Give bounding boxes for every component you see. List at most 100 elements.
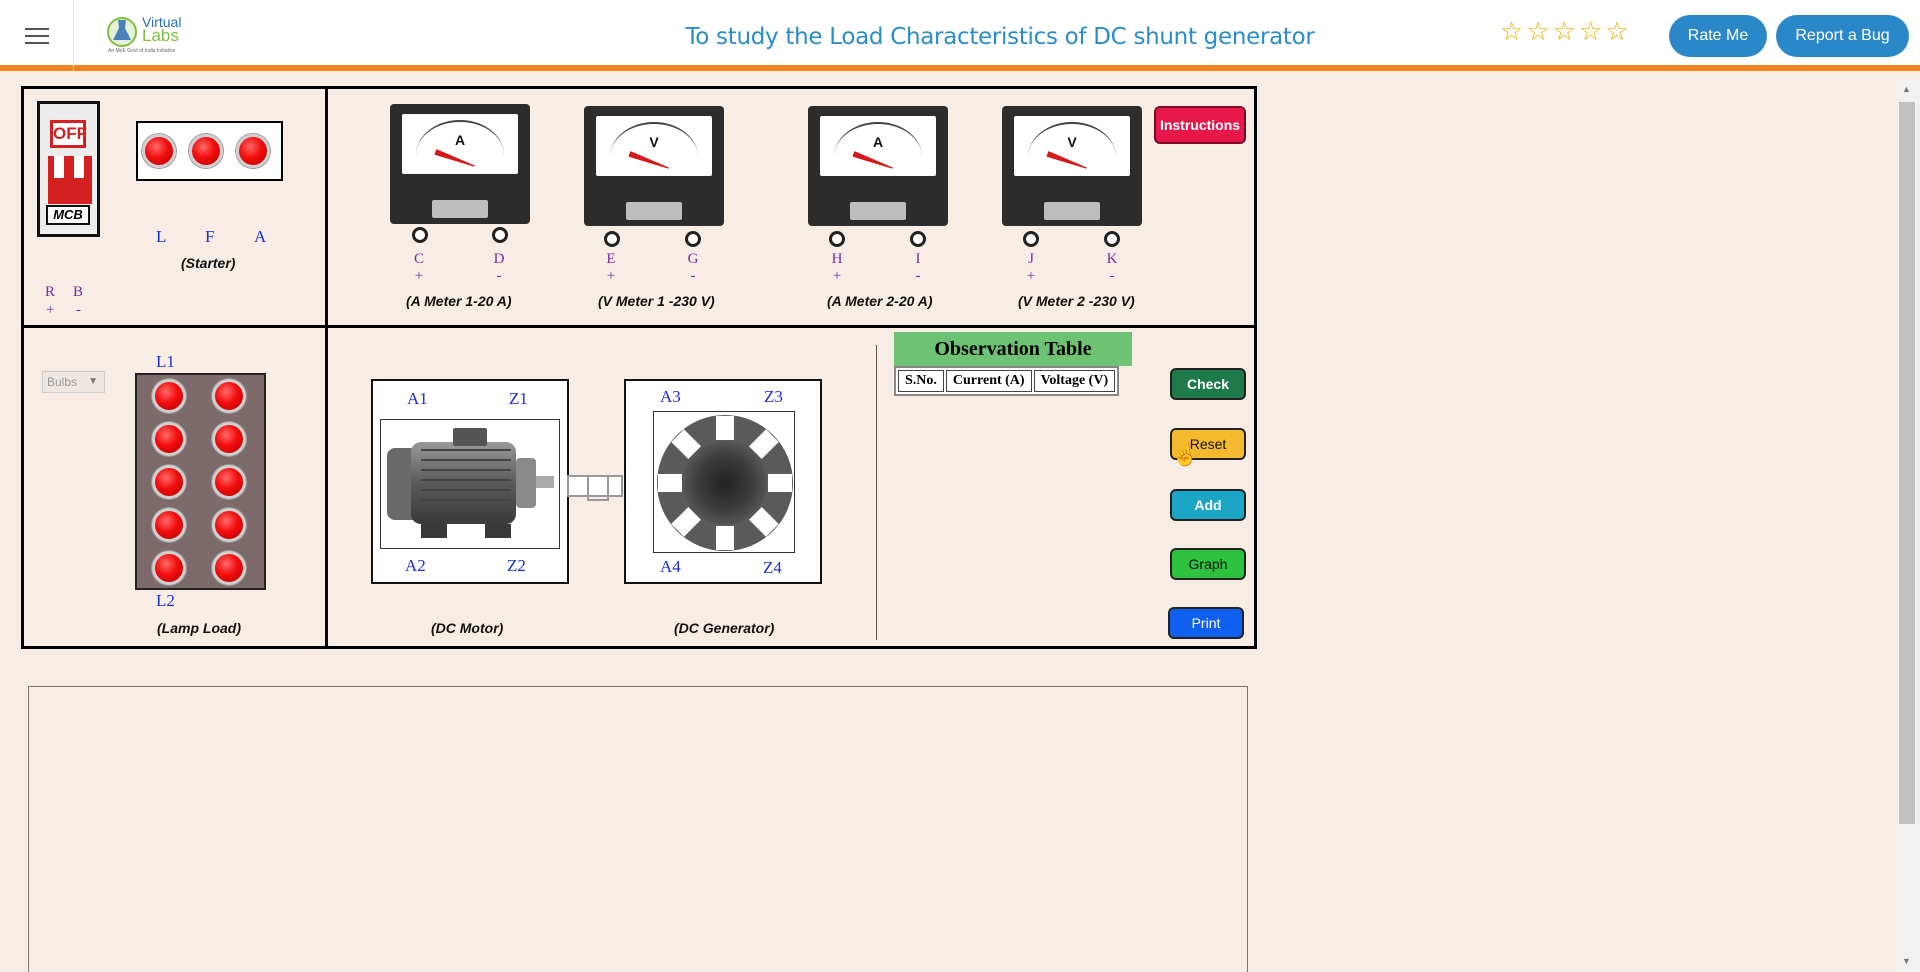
flask-icon xyxy=(107,17,137,47)
check-button[interactable]: Check xyxy=(1170,368,1246,400)
star-icon[interactable]: ☆ xyxy=(1553,18,1576,44)
observation-divider xyxy=(876,345,877,640)
terminal-sign-minus: - xyxy=(915,268,921,284)
voltmeter-2-caption: (V Meter 2 -230 V) xyxy=(1018,293,1135,309)
voltmeter-1-caption: (V Meter 1 -230 V) xyxy=(598,293,715,309)
starter-terminal-a[interactable]: A xyxy=(254,227,266,247)
lamp-bulb xyxy=(212,465,246,499)
lamp-bulb xyxy=(152,508,186,542)
instructions-button[interactable]: Instructions xyxy=(1154,106,1246,144)
terminal-label-e: E xyxy=(606,251,616,267)
motor-terminal-z2[interactable]: Z2 xyxy=(507,556,526,576)
hand-cursor-icon: ☝ xyxy=(1169,440,1200,469)
graph-button[interactable]: Graph xyxy=(1170,548,1246,580)
terminal-sign-minus: - xyxy=(690,268,696,284)
lamp-terminal-l1[interactable]: L1 xyxy=(156,352,175,372)
terminal-c[interactable] xyxy=(412,227,428,243)
ammeter-2: A xyxy=(808,106,948,226)
generator-terminal-a3[interactable]: A3 xyxy=(660,387,681,407)
motor-terminal-a1[interactable]: A1 xyxy=(407,389,428,409)
terminal-sign-plus: + xyxy=(606,268,616,284)
mcb-state-label: OFF xyxy=(50,120,87,148)
column-header-current: Current (A) xyxy=(945,370,1032,392)
terminal-label-j: J xyxy=(1028,251,1034,267)
hamburger-menu-button[interactable] xyxy=(0,0,74,71)
starter-caption: (Starter) xyxy=(181,255,236,271)
dc-motor-caption: (DC Motor) xyxy=(431,620,504,636)
terminal-label-k: K xyxy=(1106,251,1118,267)
ammeter-2-caption: (A Meter 2-20 A) xyxy=(827,293,933,309)
terminal-h[interactable] xyxy=(829,231,845,247)
supply-sign-minus: - xyxy=(76,302,81,318)
supply-terminal-b[interactable]: B xyxy=(73,284,83,300)
terminal-label-h: H xyxy=(831,251,843,267)
terminal-e[interactable] xyxy=(604,231,620,247)
logo-subtitle: An MoE Govt of India Initiative xyxy=(108,48,176,54)
generator-terminal-z3[interactable]: Z3 xyxy=(764,387,783,407)
starter-terminal-l[interactable]: L xyxy=(156,227,166,247)
terminal-sign-minus: - xyxy=(496,268,502,284)
lamp-bulb xyxy=(212,508,246,542)
terminal-d[interactable] xyxy=(492,227,508,243)
rate-me-button[interactable]: Rate Me xyxy=(1669,15,1767,57)
column-header-sno: S.No. xyxy=(898,370,944,392)
ammeter-1: A xyxy=(390,104,530,224)
terminal-g[interactable] xyxy=(685,231,701,247)
terminal-j[interactable] xyxy=(1023,231,1039,247)
menu-line-icon xyxy=(24,27,49,30)
print-button[interactable]: Print xyxy=(1168,607,1244,639)
terminal-label-c: C xyxy=(413,251,424,267)
scroll-thumb[interactable] xyxy=(1899,102,1915,824)
observation-table-title: Observation Table xyxy=(894,332,1132,366)
motor-terminal-a2[interactable]: A2 xyxy=(405,556,426,576)
bulbs-select[interactable]: Bulbs ▼ xyxy=(42,371,105,393)
menu-line-icon xyxy=(24,41,49,44)
mcb-switch[interactable]: OFF MCB xyxy=(37,101,100,237)
star-icon[interactable]: ☆ xyxy=(1526,18,1549,44)
starter-panel xyxy=(136,121,283,181)
menu-line-icon xyxy=(24,34,49,37)
motor-terminal-z1[interactable]: Z1 xyxy=(509,389,528,409)
add-button[interactable]: Add xyxy=(1170,489,1246,521)
lamp-bulb xyxy=(152,422,186,456)
lamp-load-caption: (Lamp Load) xyxy=(157,620,241,636)
dc-motor-box xyxy=(371,379,569,584)
shaft-coupling xyxy=(567,475,623,501)
terminal-k[interactable] xyxy=(1104,231,1120,247)
meter-unit-letter: V xyxy=(649,134,659,150)
chevron-down-icon: ▼ xyxy=(88,376,98,387)
report-bug-button[interactable]: Report a Bug xyxy=(1776,15,1909,57)
column-header-voltage: Voltage (V) xyxy=(1033,370,1116,392)
terminal-i[interactable] xyxy=(910,231,926,247)
rating-stars[interactable]: ☆ ☆ ☆ ☆ ☆ xyxy=(1500,18,1629,44)
lamp-bulb xyxy=(152,551,186,585)
lamp-terminal-l2[interactable]: L2 xyxy=(156,591,175,611)
terminal-label-d: D xyxy=(493,251,505,267)
star-icon[interactable]: ☆ xyxy=(1579,18,1602,44)
lamp-load-panel xyxy=(135,373,266,590)
table-header-row: S.No. Current (A) Voltage (V) xyxy=(898,370,1116,392)
lamp-bulb xyxy=(152,379,186,413)
scroll-up-arrow-icon[interactable]: ▲ xyxy=(1902,84,1911,94)
logo-text-labs: Labs xyxy=(142,26,179,45)
frame-divider xyxy=(325,86,328,649)
starter-terminal-f[interactable]: F xyxy=(205,227,214,247)
terminal-label-i: I xyxy=(915,251,921,267)
star-icon[interactable]: ☆ xyxy=(1500,18,1523,44)
lamp-bulb xyxy=(212,422,246,456)
generator-terminal-a4[interactable]: A4 xyxy=(660,557,681,577)
supply-terminal-r[interactable]: R xyxy=(45,284,55,300)
virtual-labs-logo[interactable]: Virtual Labs An MoE Govt of India Initia… xyxy=(104,10,188,58)
generator-terminal-z4[interactable]: Z4 xyxy=(763,558,782,578)
mcb-label: MCB xyxy=(46,205,90,225)
mcb-lever-icon[interactable] xyxy=(48,156,92,204)
scroll-down-arrow-icon[interactable]: ▼ xyxy=(1902,956,1911,966)
terminal-label-g: G xyxy=(687,251,699,267)
page-scrollbar[interactable]: ▲ ▼ xyxy=(1896,80,1920,972)
star-icon[interactable]: ☆ xyxy=(1605,18,1628,44)
meter-unit-letter: A xyxy=(454,132,466,148)
bulbs-select-value: Bulbs xyxy=(47,375,78,389)
header-bar: Virtual Labs An MoE Govt of India Initia… xyxy=(0,0,1920,71)
frame-divider xyxy=(21,325,1257,328)
starter-lamp xyxy=(142,134,176,168)
